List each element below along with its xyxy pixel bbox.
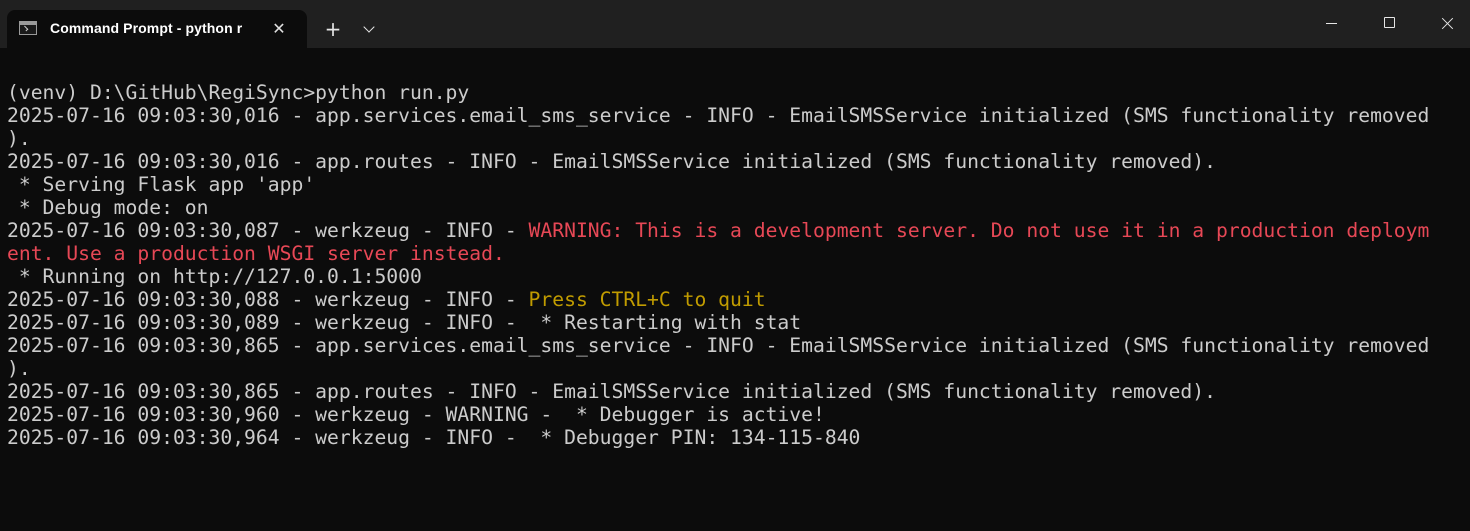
- terminal-text-segment: * Running on http://127.0.0.1:5000: [7, 265, 422, 288]
- terminal-text-segment: ent. Use a production WSGI server instea…: [7, 242, 505, 265]
- title-bar[interactable]: Command Prompt - python r ✕ +: [0, 0, 1470, 48]
- terminal-line: (venv) D:\GitHub\RegiSync>python run.py: [7, 81, 1429, 104]
- minimize-icon: [1326, 23, 1337, 24]
- terminal-line: 2025-07-16 09:03:30,089 - werkzeug - INF…: [7, 311, 1429, 334]
- terminal-text-segment: 2025-07-16 09:03:30,960 - werkzeug - WAR…: [7, 403, 825, 426]
- terminal-text-segment: 2025-07-16 09:03:30,089 - werkzeug - INF…: [7, 311, 802, 334]
- terminal-line: * Debug mode: on: [7, 196, 1429, 219]
- terminal-line: ent. Use a production WSGI server instea…: [7, 242, 1429, 265]
- terminal-line: * Serving Flask app 'app': [7, 173, 1429, 196]
- terminal-line: ).: [7, 357, 1429, 380]
- terminal-line: 2025-07-16 09:03:30,088 - werkzeug - INF…: [7, 288, 1429, 311]
- terminal-text-segment: 2025-07-16 09:03:30,865 - app.services.e…: [7, 334, 1430, 357]
- maximize-icon: [1384, 17, 1395, 28]
- terminal-text-segment: 2025-07-16 09:03:30,088 - werkzeug - INF…: [7, 288, 529, 311]
- terminal-text-segment: ).: [7, 357, 31, 380]
- terminal-line: 2025-07-16 09:03:30,964 - werkzeug - INF…: [7, 426, 1429, 449]
- terminal-text-segment: (venv) D:\GitHub\RegiSync>python run.py: [7, 81, 470, 104]
- close-button[interactable]: [1418, 0, 1470, 48]
- new-tab-button[interactable]: +: [318, 14, 348, 44]
- minimize-button[interactable]: [1302, 0, 1360, 48]
- terminal-window: Command Prompt - python r ✕ + (venv) D:\…: [0, 0, 1470, 531]
- tab-dropdown-button[interactable]: [356, 14, 384, 44]
- terminal-text-segment: Press CTRL+C to quit: [528, 288, 766, 311]
- terminal-text: (venv) D:\GitHub\RegiSync>python run.py 2…: [7, 81, 1429, 449]
- tab-close-button[interactable]: ✕: [269, 19, 289, 39]
- terminal-line: 2025-07-16 09:03:30,865 - app.routes - I…: [7, 380, 1429, 403]
- terminal-text-segment: WARNING: This is a development server. D…: [528, 219, 1430, 242]
- terminal-line: 2025-07-16 09:03:30,087 - werkzeug - INF…: [7, 219, 1429, 242]
- terminal-text-segment: 2025-07-16 09:03:30,016 - app.services.e…: [7, 104, 1430, 127]
- terminal-output[interactable]: (venv) D:\GitHub\RegiSync>python run.py 2…: [0, 48, 1470, 531]
- terminal-line: * Running on http://127.0.0.1:5000: [7, 265, 1429, 288]
- terminal-text-segment: * Debug mode: on: [7, 196, 209, 219]
- maximize-button[interactable]: [1360, 0, 1418, 48]
- terminal-line: ).: [7, 127, 1429, 150]
- terminal-line: 2025-07-16 09:03:30,016 - app.routes - I…: [7, 150, 1429, 173]
- terminal-line: 2025-07-16 09:03:30,960 - werkzeug - WAR…: [7, 403, 1429, 426]
- terminal-text-segment: 2025-07-16 09:03:30,087 - werkzeug - INF…: [7, 219, 529, 242]
- tab-title: Command Prompt - python r: [50, 20, 243, 36]
- terminal-text-segment: 2025-07-16 09:03:30,016 - app.routes - I…: [7, 150, 1216, 173]
- terminal-text-segment: ).: [7, 127, 31, 150]
- terminal-text-segment: * Serving Flask app 'app': [7, 173, 316, 196]
- terminal-line: 2025-07-16 09:03:30,016 - app.services.e…: [7, 104, 1429, 127]
- terminal-text-segment: 2025-07-16 09:03:30,964 - werkzeug - INF…: [7, 426, 861, 449]
- terminal-text-segment: 2025-07-16 09:03:30,865 - app.routes - I…: [7, 380, 1216, 403]
- chevron-down-icon: [363, 21, 375, 33]
- tab-command-prompt[interactable]: Command Prompt - python r ✕: [7, 10, 307, 48]
- terminal-line: 2025-07-16 09:03:30,865 - app.services.e…: [7, 334, 1429, 357]
- terminal-icon: [19, 21, 37, 35]
